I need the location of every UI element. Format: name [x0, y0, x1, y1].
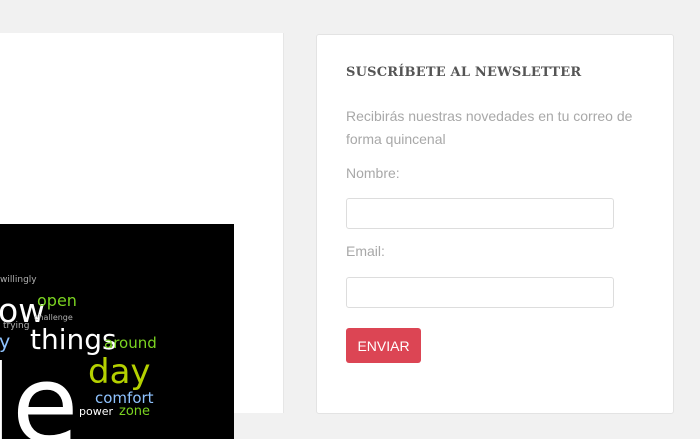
name-field[interactable] [346, 198, 614, 229]
word-challenge: challenge [34, 313, 73, 322]
word-around: around [104, 334, 157, 352]
main-content-panel: willingly ow open challenge trying y thi… [0, 33, 284, 439]
word-le: le [0, 343, 79, 439]
name-label: Nombre: [346, 165, 400, 181]
word-open: open [37, 291, 77, 310]
email-field[interactable] [346, 277, 614, 308]
word-comfort: comfort [95, 389, 154, 407]
word-power: power [79, 405, 113, 418]
newsletter-description: Recibirás nuestras novedades en tu corre… [346, 108, 633, 147]
submit-button[interactable]: ENVIAR [346, 328, 421, 363]
word-cloud-image: willingly ow open challenge trying y thi… [0, 224, 234, 439]
word-zone: zone [119, 404, 151, 419]
word-willingly: willingly [0, 275, 37, 285]
word-trying: trying [3, 321, 30, 331]
newsletter-widget: SUSCRÍBETE AL NEWSLETTER Recibirás nuest… [316, 34, 674, 414]
email-label: Email: [346, 243, 385, 259]
word-day: day [88, 352, 151, 392]
newsletter-title: SUSCRÍBETE AL NEWSLETTER [346, 65, 582, 80]
